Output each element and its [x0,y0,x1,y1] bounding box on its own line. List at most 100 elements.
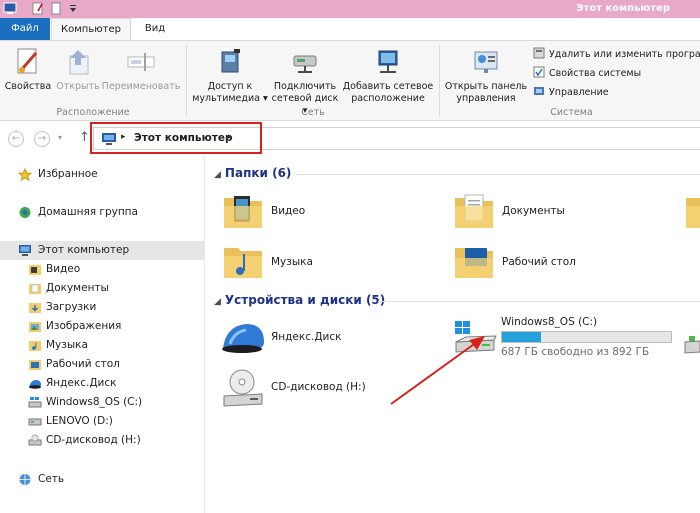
open-label: Открыть [56,81,100,92]
customize-quick-access-icon[interactable] [68,2,78,15]
c-drive-usage-fill [502,332,541,342]
address-highlight-box [90,122,262,154]
nav-item-video[interactable]: Видео [0,260,205,279]
nav-network[interactable]: Сеть [0,470,205,489]
partial-drive-icon[interactable] [683,330,700,356]
computer-icon [19,245,31,256]
group-network-label: Сеть [301,107,325,118]
documents-folder-icon [29,284,41,294]
ribbon-separator [439,45,440,117]
nav-homegroup[interactable]: Домашняя группа [0,203,205,222]
ribbon-separator [186,45,187,117]
desktop-folder-icon[interactable] [453,240,495,282]
open-control-panel-label: Открыть панель управления [444,81,528,104]
folder-music-label[interactable]: Музыка [271,256,313,268]
cd-drive-label[interactable]: CD-дисковод (H:) [271,381,366,393]
star-icon [18,168,32,181]
nav-item-music[interactable]: Музыка [0,336,205,355]
section-divider [378,301,700,302]
control-panel-icon [474,51,498,73]
drive-icon [28,418,42,426]
ribbon: Свойства Открыть Переименовать Расположе… [0,40,700,121]
properties-button[interactable]: Свойства [4,44,52,93]
manage-icon [534,87,544,95]
app-icon [3,2,17,14]
tab-computer[interactable]: Компьютер [51,18,131,41]
network-icon [19,474,31,485]
yandex-disk-icon[interactable] [220,318,266,356]
nav-item-c-drive[interactable]: Windows8_OS (C:) [0,393,205,412]
properties-label: Свойства [4,81,52,92]
nav-item-yandex-disk[interactable]: Яндекс.Диск [0,374,205,393]
nav-item-desktop[interactable]: Рабочий стол [0,355,205,374]
cd-drive-icon [28,434,42,446]
back-arrow-icon: ← [11,133,21,144]
nav-favorites[interactable]: Избранное [0,165,205,184]
up-button[interactable]: ↑ [79,130,90,145]
c-drive-name[interactable]: Windows8_OS (C:) [501,316,597,328]
downloads-folder-icon [29,303,41,313]
media-access-label: Доступ к мультимедиа ▾ [192,81,268,104]
folder-desktop-label[interactable]: Рабочий стол [502,256,576,268]
manage-button[interactable]: Управление [533,85,609,99]
video-folder-icon[interactable] [222,190,264,232]
c-drive-free-space: 687 ГБ свободно из 892 ГБ [501,346,650,358]
pictures-folder-icon [29,322,41,332]
nav-item-downloads[interactable]: Загрузки [0,298,205,317]
nav-item-pictures[interactable]: Изображения [0,317,205,336]
uninstall-program-button[interactable]: Удалить или изменить програм [533,47,700,61]
group-system-label: Система [550,107,593,118]
yandex-disk-label[interactable]: Яндекс.Диск [271,331,341,343]
section-divider [296,174,700,175]
open-control-panel-button[interactable]: Открыть панель управления [443,44,529,105]
music-folder-icon[interactable] [222,240,264,282]
yandex-disk-icon [29,380,41,389]
add-network-location-button[interactable]: Добавить сетевое расположение [342,44,434,105]
media-access-icon [221,49,240,73]
window-title: Этот компьютер [576,3,670,14]
navigation-bar: ← → ▾ ↑ ▸ Этот компьютер ▸ [0,122,700,156]
documents-folder-icon[interactable] [453,190,495,232]
open-icon [69,50,89,75]
folder-video-label[interactable]: Видео [271,205,305,217]
properties-quick-icon[interactable] [32,2,44,15]
partial-folder-icon[interactable] [684,190,700,232]
video-folder-icon [29,265,41,275]
add-network-location-label: Добавить сетевое расположение [342,81,434,104]
system-properties-icon [533,66,545,78]
rename-label: Переименовать [101,81,181,92]
rename-icon [127,53,155,71]
system-properties-button[interactable]: Свойства системы [533,66,641,80]
nav-this-pc[interactable]: Этот компьютер [0,241,205,260]
back-button[interactable]: ← [8,131,24,147]
music-folder-icon [29,341,41,351]
tab-view[interactable]: Вид [134,18,176,40]
network-drive-icon [293,55,317,73]
navigation-pane: Избранное Домашняя группа Этот компьютер… [0,156,205,513]
title-bar: Этот компьютер [0,0,700,18]
nav-item-cd-drive[interactable]: CD-дисковод (H:) [0,431,205,450]
new-folder-quick-icon[interactable] [50,2,62,15]
media-access-button[interactable]: Доступ к мультимедиа ▾ [190,44,270,105]
collapse-arrow-icon: ◢ [214,170,221,180]
homegroup-icon [19,207,31,218]
cd-drive-icon[interactable] [220,366,266,410]
folders-section-header[interactable]: ◢ Папки (6) [214,166,291,180]
recent-locations-icon[interactable]: ▾ [58,133,62,142]
ribbon-tabs: Файл Компьютер Вид [0,18,700,41]
nav-item-documents[interactable]: Документы [0,279,205,298]
tab-file[interactable]: Файл [0,18,50,40]
open-button[interactable]: Открыть [54,44,102,93]
uninstall-icon [533,47,545,59]
forward-button[interactable]: → [34,131,50,147]
up-arrow-icon: ↑ [79,130,90,145]
nav-item-d-drive[interactable]: LENOVO (D:) [0,412,205,431]
rename-button[interactable]: Переименовать [101,44,181,93]
windows-drive-icon [28,397,42,408]
c-drive-usage-bar [501,331,672,343]
collapse-arrow-icon: ◢ [214,297,221,307]
annotation-arrow-icon [390,336,485,405]
folder-documents-label[interactable]: Документы [502,205,565,217]
network-location-icon [378,50,398,73]
devices-section-header[interactable]: ◢ Устройства и диски (5) [214,293,385,307]
